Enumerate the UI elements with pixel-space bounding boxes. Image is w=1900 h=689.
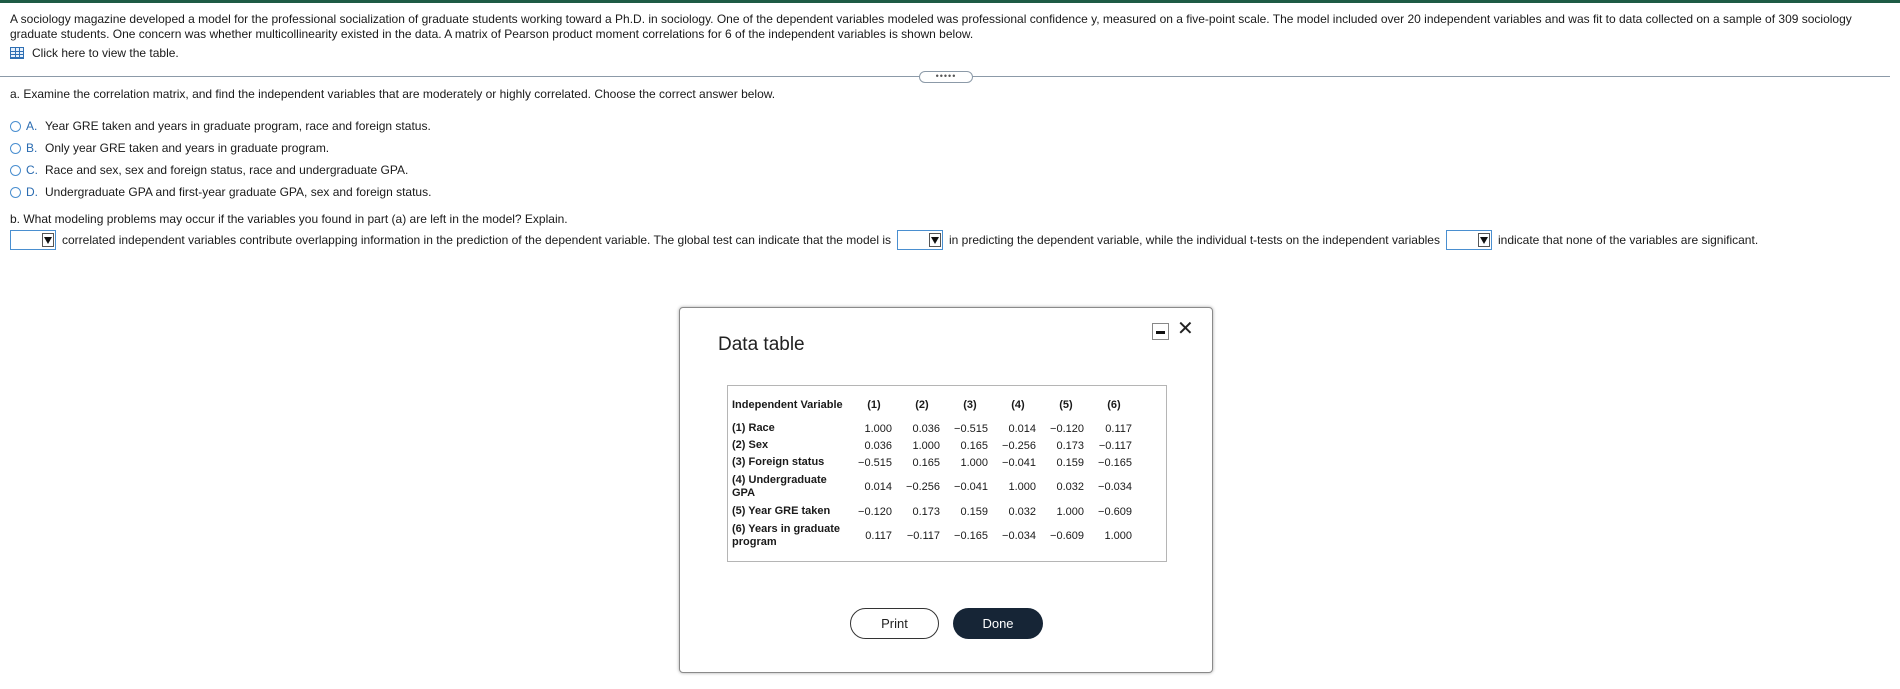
print-button[interactable]: Print — [850, 608, 939, 639]
table-cell: −0.256 — [1002, 439, 1036, 452]
option-d[interactable]: D. Undergraduate GPA and first-year grad… — [10, 185, 431, 199]
table-cell: 1.000 — [864, 422, 892, 435]
table-cell: −0.165 — [1098, 456, 1132, 469]
header-col-1: (1) — [867, 399, 881, 411]
top-accent-bar — [0, 0, 1900, 3]
table-cell: 1.000 — [1104, 530, 1132, 542]
radio-a[interactable] — [10, 120, 21, 132]
table-cell: −0.609 — [1050, 530, 1084, 542]
row-label: (4) Undergraduate GPA — [732, 474, 827, 499]
table-cell: 0.032 — [1056, 481, 1084, 493]
dropdown-3[interactable] — [1445, 230, 1492, 250]
header-col-4: (4) — [1011, 399, 1025, 411]
option-a-letter: A. — [26, 119, 38, 133]
part-a-question: a. Examine the correlation matrix, and f… — [10, 87, 776, 101]
radio-d[interactable] — [10, 186, 21, 198]
table-cell: −0.515 — [954, 422, 988, 435]
header-col-2: (2) — [915, 399, 929, 411]
problem-intro: A sociology magazine developed a model f… — [10, 12, 1852, 41]
table-cell: −0.117 — [1098, 439, 1132, 452]
table-cell: 0.014 — [864, 481, 892, 493]
correlation-table: Independent Variable (1) (2) (3) (4) (5)… — [727, 385, 1167, 562]
table-cell: −0.117 — [906, 530, 940, 542]
option-d-letter: D. — [26, 185, 38, 199]
table-cell: 0.159 — [960, 505, 988, 518]
table-cell: −0.034 — [1098, 481, 1132, 493]
table-cell: 0.032 — [1008, 505, 1036, 518]
table-cell: −0.120 — [1050, 422, 1084, 435]
table-cell: −0.034 — [1002, 530, 1036, 542]
part-b-text-3: indicate that none of the variables are … — [1497, 233, 1759, 247]
table-cell: 0.036 — [864, 439, 892, 452]
row-label: (5) Year GRE taken — [732, 505, 831, 517]
option-d-text: Undergraduate GPA and first-year graduat… — [45, 185, 432, 199]
done-button[interactable]: Done — [953, 608, 1043, 639]
table-cell: 1.000 — [960, 456, 988, 469]
option-c[interactable]: C. Race and sex, sex and foreign status,… — [10, 163, 408, 177]
data-table-dialog: Data table ✕ Independent Variable (1) (2… — [679, 307, 1213, 673]
table-cell: −0.609 — [1098, 505, 1132, 518]
row-label: (3) Foreign status — [732, 456, 825, 468]
dropdown-1[interactable] — [10, 230, 56, 250]
table-cell: 0.036 — [912, 422, 940, 435]
table-cell: 0.173 — [912, 505, 940, 518]
row-label: (2) Sex — [732, 439, 769, 451]
table-cell: 1.000 — [1008, 481, 1036, 493]
dialog-title: Data table — [718, 334, 805, 355]
table-cell: −0.041 — [1002, 456, 1036, 469]
option-b[interactable]: B. Only year GRE taken and years in grad… — [10, 141, 329, 155]
row-label: (1) Race — [732, 422, 775, 434]
table-row: (4) Undergraduate GPA 0.014 −0.256 −0.04… — [732, 471, 1138, 503]
option-a-text: Year GRE taken and years in graduate pro… — [45, 119, 431, 133]
table-header-row: Independent Variable (1) (2) (3) (4) (5)… — [732, 390, 1138, 420]
table-cell: 1.000 — [1056, 505, 1084, 518]
view-table-link[interactable]: Click here to view the table. — [10, 46, 179, 60]
table-row: (2) Sex 0.036 1.000 0.165 −0.256 0.173 −… — [732, 437, 1138, 454]
part-b-answer-row: correlated independent variables contrib… — [10, 230, 1758, 250]
dropdown-2-arrow-icon[interactable] — [928, 233, 941, 247]
option-b-text: Only year GRE taken and years in graduat… — [45, 141, 330, 155]
dropdown-3-arrow-icon[interactable] — [1477, 233, 1490, 247]
part-b-text-1: correlated independent variables contrib… — [62, 233, 891, 247]
header-col-5: (5) — [1059, 399, 1073, 411]
expand-button[interactable]: ••••• — [919, 71, 973, 83]
row-label: (6) Years in graduate program — [732, 523, 841, 548]
option-c-text: Race and sex, sex and foreign status, ra… — [45, 163, 409, 177]
option-a[interactable]: A. Year GRE taken and years in graduate … — [10, 119, 431, 133]
table-cell: 1.000 — [912, 439, 940, 452]
table-grid-icon — [10, 47, 24, 59]
part-b-question: b. What modeling problems may occur if t… — [10, 212, 568, 226]
dropdown-2[interactable] — [896, 230, 943, 250]
header-variable: Independent Variable — [732, 398, 843, 411]
table-row: (3) Foreign status −0.515 0.165 1.000 −0… — [732, 454, 1138, 471]
table-cell: 0.159 — [1056, 456, 1084, 469]
view-table-link-label: Click here to view the table. — [32, 46, 179, 60]
table-cell: −0.515 — [858, 456, 892, 469]
table-row: (5) Year GRE taken −0.120 0.173 0.159 0.… — [732, 503, 1138, 520]
dropdown-1-arrow-icon[interactable] — [42, 233, 54, 247]
table-cell: −0.256 — [906, 481, 940, 493]
table-cell: 0.165 — [960, 439, 988, 452]
table-cell: 0.173 — [1056, 439, 1084, 452]
table-cell: 0.117 — [865, 530, 892, 542]
table-cell: 0.165 — [912, 456, 940, 469]
table-cell: −0.041 — [954, 481, 988, 493]
option-c-letter: C. — [26, 163, 38, 177]
table-cell: 0.014 — [1008, 422, 1036, 435]
option-b-letter: B. — [26, 141, 38, 155]
table-cell: 0.117 — [1105, 422, 1132, 435]
minimize-icon[interactable] — [1152, 323, 1169, 340]
table-row: (6) Years in graduate program 0.117 −0.1… — [732, 520, 1138, 552]
header-col-3: (3) — [963, 399, 977, 411]
part-b-text-2: in predicting the dependent variable, wh… — [948, 233, 1440, 247]
radio-c[interactable] — [10, 164, 21, 176]
close-icon[interactable]: ✕ — [1177, 319, 1194, 339]
table-row: (1) Race 1.000 0.036 −0.515 0.014 −0.120… — [732, 420, 1138, 437]
table-cell: −0.120 — [858, 505, 892, 518]
radio-b[interactable] — [10, 142, 21, 154]
table-cell: −0.165 — [954, 530, 988, 542]
header-col-6: (6) — [1107, 399, 1121, 411]
